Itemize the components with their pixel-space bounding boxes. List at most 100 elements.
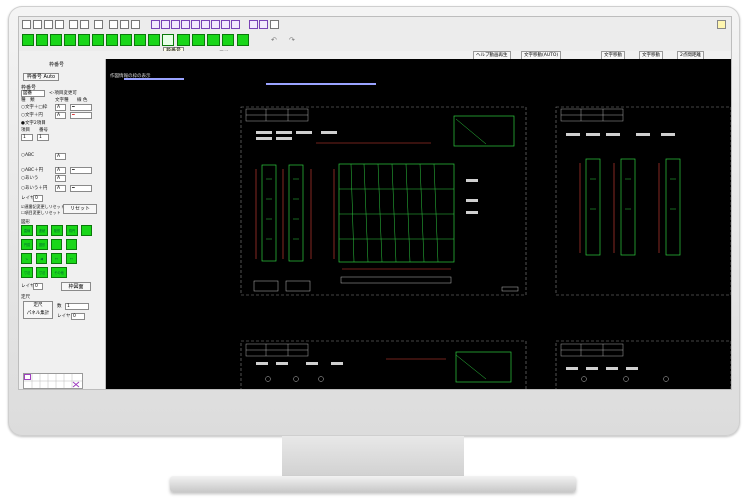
line-tool-button[interactable]: 直線	[21, 225, 33, 236]
tool-3-icon[interactable]	[50, 34, 62, 46]
image-tool-button[interactable]	[81, 225, 92, 236]
copy-icon[interactable]	[94, 20, 103, 29]
ellipse-tool-button[interactable]: 楕円	[66, 225, 78, 236]
tool-13-icon[interactable]	[192, 34, 205, 46]
layer-1-icon[interactable]	[151, 20, 160, 29]
tool-4-icon[interactable]	[64, 34, 76, 46]
tool-10-icon[interactable]	[148, 34, 160, 46]
layer3-label: レイヤ	[57, 314, 71, 319]
dimension2-tool-button[interactable]: 寸法	[36, 267, 48, 278]
tool-d-button[interactable]	[66, 239, 77, 250]
tool-1-icon[interactable]	[22, 34, 34, 46]
layer-all-icon[interactable]	[249, 20, 258, 29]
frame-number-tool-icon[interactable]	[162, 34, 174, 46]
item-label: 項目	[21, 128, 30, 133]
rect-tool-button[interactable]: 矩形	[51, 225, 63, 236]
option-text-two-items[interactable]: ●文字2項目	[21, 120, 46, 126]
qty-label: 数	[57, 304, 62, 309]
paste-icon[interactable]	[120, 20, 129, 29]
layer-5-icon[interactable]	[191, 20, 200, 29]
option-abc[interactable]: ○ABC	[21, 153, 34, 158]
tool-16-icon[interactable]	[237, 34, 249, 46]
layer-6-icon[interactable]	[201, 20, 210, 29]
layer-settings-icon[interactable]	[270, 20, 279, 29]
window-icon[interactable]	[131, 20, 140, 29]
cad-canvas[interactable]: 作図情報の枠の表示	[106, 59, 731, 389]
tool-6-icon[interactable]	[92, 34, 104, 46]
layer-8-icon[interactable]	[221, 20, 230, 29]
line-color-select-2[interactable]: ━	[70, 112, 92, 119]
tool-2-icon[interactable]	[36, 34, 48, 46]
line-color-select-3[interactable]: ━	[70, 167, 92, 174]
dimension-tool-button[interactable]: 寸法	[21, 267, 33, 278]
option-aiu[interactable]: ○あいう	[21, 175, 38, 181]
tool-12-icon[interactable]	[177, 34, 190, 46]
arc-tool-button[interactable]: 円弧	[21, 239, 33, 250]
left-panel: 枠番号 枠番号 Auto 枠番号 図番 <-項目変更可 種 類 文字種 線 色 …	[19, 59, 106, 389]
tool-c-button[interactable]	[51, 239, 62, 250]
layer3-select[interactable]: 0	[71, 313, 85, 320]
undo-icon[interactable]	[69, 20, 78, 29]
layer-select[interactable]: 0	[33, 195, 43, 202]
option-text-circle[interactable]: ○文字＋円	[21, 112, 43, 118]
arrow-tool-button[interactable]: ↘	[21, 253, 32, 264]
layer-9-icon[interactable]	[231, 20, 240, 29]
tool-15-icon[interactable]	[222, 34, 234, 46]
col-kind: 種 類	[21, 98, 35, 103]
tool-8-icon[interactable]	[120, 34, 132, 46]
open-file-icon[interactable]	[33, 20, 42, 29]
count-label: 番号	[39, 128, 48, 133]
text-type-select-1[interactable]: A	[55, 104, 66, 111]
tool-7-icon[interactable]	[106, 34, 118, 46]
option-abc-circle[interactable]: ○ABC＋円	[21, 167, 43, 173]
dim-tool-button[interactable]: ↔	[51, 253, 62, 264]
redo-icon[interactable]	[80, 20, 89, 29]
mini-map[interactable]	[23, 373, 83, 389]
print-icon[interactable]	[55, 20, 64, 29]
app-logo-icon	[717, 20, 726, 29]
col-color: 線 色	[77, 98, 88, 103]
item-stepper[interactable]: 1	[21, 134, 33, 141]
change-hint: <-項目変更可	[49, 91, 77, 96]
layer-2-icon[interactable]	[161, 20, 170, 29]
cad-tools-toolbar: ↶ ↷	[19, 31, 731, 52]
print-label: 定尺	[21, 295, 30, 300]
app-window: ↶ ↷ 枠番号 属性 ヘルプ動画再生 文字移動(AUTO) 文字移動 文字移動 …	[18, 16, 732, 390]
dim2-tool-button[interactable]: ↔	[66, 253, 77, 264]
option-text-box[interactable]: ○文字＋□枠	[21, 104, 47, 110]
layer-3-icon[interactable]	[171, 20, 180, 29]
triangle-tool-button[interactable]: ◀	[36, 253, 47, 264]
text-type-select-4[interactable]: A	[55, 167, 66, 174]
qty-select[interactable]: 1	[65, 303, 89, 310]
template-button[interactable]: 枠図面	[61, 282, 91, 291]
option-aiu-circle[interactable]: ○あいう＋円	[21, 185, 47, 191]
text-type-select-6[interactable]: A	[55, 185, 66, 192]
cut-icon[interactable]	[109, 20, 118, 29]
line-color-select-1[interactable]: ━	[70, 104, 92, 111]
layer-4-icon[interactable]	[181, 20, 190, 29]
tool-9-icon[interactable]	[134, 34, 146, 46]
undo-arrow-icon[interactable]: ↶	[271, 36, 277, 44]
tool-14-icon[interactable]	[207, 34, 220, 46]
layer-7-icon[interactable]	[211, 20, 220, 29]
reset-button[interactable]: リセット	[63, 204, 97, 214]
redo-arrow-icon[interactable]: ↷	[289, 36, 295, 44]
other-tool-button[interactable]: その他	[51, 267, 67, 278]
standard-button[interactable]: 定尺 パネル集計	[23, 301, 53, 319]
count-stepper[interactable]: 1	[37, 134, 49, 141]
layer2-select[interactable]: 0	[33, 283, 43, 290]
reset-checkbox-2[interactable]: ☐項目変更しリセット	[21, 210, 61, 216]
tool-5-icon[interactable]	[78, 34, 90, 46]
text-type-select-2[interactable]: A	[55, 112, 66, 119]
frame-type-select[interactable]: 図番	[21, 90, 45, 97]
layer-toggle-icon[interactable]	[259, 20, 268, 29]
new-file-icon[interactable]	[22, 20, 31, 29]
shape-tool-button[interactable]: 図形	[36, 239, 48, 250]
save-icon[interactable]	[44, 20, 53, 29]
text-type-select-5[interactable]: A	[55, 175, 66, 182]
line-color-select-4[interactable]: ━	[70, 185, 92, 192]
standard-toolbar	[19, 17, 731, 32]
text-type-select-3[interactable]: A	[55, 153, 66, 160]
frame-auto-button[interactable]: 枠番号 Auto	[23, 73, 59, 81]
polyline-tool-button[interactable]: 連続	[36, 225, 48, 236]
